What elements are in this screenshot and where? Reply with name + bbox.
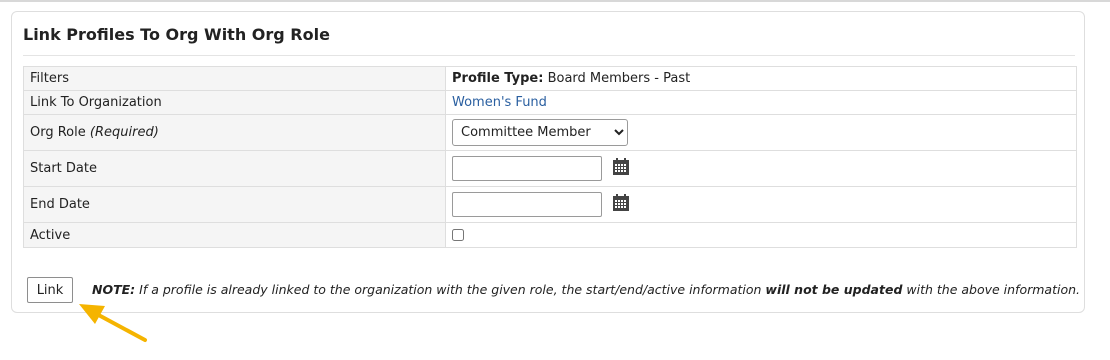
profile-type-value: Board Members - Past — [547, 71, 691, 86]
active-row: Active — [23, 222, 1077, 248]
end-date-cell — [445, 186, 1077, 223]
filters-value: Profile Type: Board Members - Past — [445, 66, 1077, 91]
link-form-table: Filters Profile Type: Board Members - Pa… — [23, 66, 1077, 248]
arrow-annotation-icon — [75, 298, 155, 352]
note-body-1: If a profile is already linked to the or… — [135, 282, 766, 297]
note-emphasis: will not be updated — [765, 282, 903, 297]
required-marker: (Required) — [89, 125, 159, 140]
organization-link[interactable]: Women's Fund — [452, 95, 547, 110]
end-date-label: End Date — [23, 186, 446, 223]
link-org-row: Link To Organization Women's Fund — [23, 90, 1077, 115]
panel-title: Link Profiles To Org With Org Role — [23, 25, 330, 44]
org-role-label: Org Role — [30, 125, 86, 140]
org-role-select[interactable]: Committee Member — [452, 119, 628, 146]
org-role-label-cell: Org Role (Required) — [23, 114, 446, 151]
active-checkbox[interactable] — [452, 229, 464, 241]
top-divider — [0, 0, 1110, 2]
start-date-label: Start Date — [23, 150, 446, 187]
start-date-input[interactable] — [452, 156, 602, 181]
end-date-input[interactable] — [452, 192, 602, 217]
note-body-2: with the above information. — [902, 282, 1081, 297]
link-org-label: Link To Organization — [23, 90, 446, 115]
start-date-cell — [445, 150, 1077, 187]
end-date-row: End Date — [23, 186, 1077, 223]
note-text: NOTE: If a profile is already linked to … — [92, 282, 1080, 297]
start-date-row: Start Date — [23, 150, 1077, 187]
title-divider — [23, 55, 1075, 56]
org-role-row: Org Role (Required) Committee Member — [23, 114, 1077, 151]
filters-label: Filters — [23, 66, 446, 91]
org-role-value-cell: Committee Member — [445, 114, 1077, 151]
calendar-icon[interactable] — [612, 193, 630, 216]
profile-type-key: Profile Type: — [452, 71, 544, 86]
link-org-value-cell: Women's Fund — [445, 90, 1077, 115]
calendar-icon[interactable] — [612, 157, 630, 180]
filters-row: Filters Profile Type: Board Members - Pa… — [23, 66, 1077, 91]
link-button[interactable]: Link — [27, 277, 73, 303]
note-prefix: NOTE: — [92, 282, 136, 297]
active-label: Active — [23, 222, 446, 248]
active-cell — [445, 222, 1077, 248]
link-profiles-panel: Link Profiles To Org With Org Role Filte… — [11, 11, 1085, 313]
